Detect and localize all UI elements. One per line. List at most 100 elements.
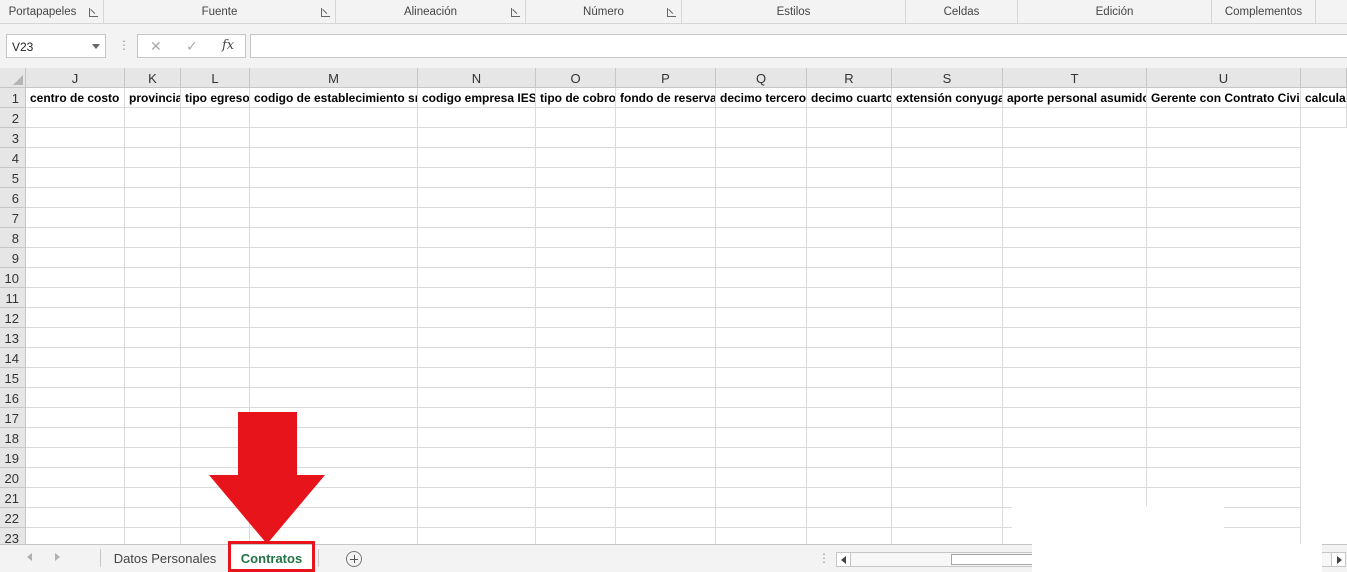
column-header[interactable]: R bbox=[807, 68, 892, 88]
drag-handle-icon[interactable]: ⋮ bbox=[818, 551, 830, 565]
grid-cell[interactable] bbox=[892, 428, 1003, 448]
dialog-launcher-icon[interactable] bbox=[511, 8, 520, 17]
grid-cell[interactable] bbox=[716, 528, 807, 544]
grid-cell[interactable] bbox=[536, 488, 616, 508]
row-header[interactable]: 3 bbox=[0, 128, 26, 148]
grid-cell[interactable] bbox=[716, 128, 807, 148]
grid-cell[interactable] bbox=[616, 148, 716, 168]
grid-cell[interactable] bbox=[616, 528, 716, 544]
prev-sheet-icon[interactable] bbox=[27, 553, 32, 561]
grid-cell[interactable] bbox=[716, 448, 807, 468]
grid-cell[interactable] bbox=[181, 188, 250, 208]
scroll-right-button[interactable] bbox=[1331, 553, 1345, 566]
grid-cell[interactable] bbox=[26, 308, 125, 328]
grid-cell[interactable] bbox=[1003, 168, 1147, 188]
grid-cell[interactable] bbox=[181, 228, 250, 248]
grid-cell[interactable] bbox=[26, 248, 125, 268]
row-header[interactable]: 2 bbox=[0, 108, 26, 128]
grid-cell[interactable] bbox=[616, 388, 716, 408]
header-cell[interactable]: codigo empresa IESS bbox=[418, 88, 536, 108]
grid-cell[interactable] bbox=[1003, 448, 1147, 468]
grid-cell[interactable] bbox=[716, 388, 807, 408]
grid-cell[interactable] bbox=[250, 328, 418, 348]
grid-cell[interactable] bbox=[716, 408, 807, 428]
column-header[interactable]: U bbox=[1147, 68, 1301, 88]
grid-cell[interactable] bbox=[536, 268, 616, 288]
scroll-left-button[interactable] bbox=[837, 553, 851, 566]
grid-cell[interactable] bbox=[418, 368, 536, 388]
header-cell[interactable]: centro de costo bbox=[26, 88, 125, 108]
grid-cell[interactable] bbox=[716, 508, 807, 528]
grid-cell[interactable] bbox=[125, 368, 181, 388]
grid-cell[interactable] bbox=[616, 408, 716, 428]
row-header[interactable]: 18 bbox=[0, 428, 26, 448]
grid-cell[interactable] bbox=[125, 488, 181, 508]
grid-cell[interactable] bbox=[125, 268, 181, 288]
grid-cell[interactable] bbox=[125, 288, 181, 308]
grid-cell[interactable] bbox=[1147, 328, 1301, 348]
grid-cell[interactable] bbox=[418, 228, 536, 248]
grid-cell[interactable] bbox=[892, 108, 1003, 128]
grid-cell[interactable] bbox=[250, 368, 418, 388]
header-cell[interactable]: tipo egreso bbox=[181, 88, 250, 108]
grid-cell[interactable] bbox=[892, 328, 1003, 348]
grid-cell[interactable] bbox=[892, 248, 1003, 268]
grid-cell[interactable] bbox=[616, 308, 716, 328]
grid-cell[interactable] bbox=[807, 448, 892, 468]
grid-cell[interactable] bbox=[716, 208, 807, 228]
column-header[interactable]: T bbox=[1003, 68, 1147, 88]
grid-cell[interactable] bbox=[181, 308, 250, 328]
grid-cell[interactable] bbox=[536, 288, 616, 308]
grid-cell[interactable] bbox=[125, 348, 181, 368]
grid-cell[interactable] bbox=[1147, 428, 1301, 448]
grid-cell[interactable] bbox=[125, 128, 181, 148]
grid-cell[interactable] bbox=[616, 248, 716, 268]
grid-cell[interactable] bbox=[418, 268, 536, 288]
grid-cell[interactable] bbox=[1003, 188, 1147, 208]
grid-cell[interactable] bbox=[616, 328, 716, 348]
grid-cell[interactable] bbox=[250, 348, 418, 368]
column-header[interactable]: O bbox=[536, 68, 616, 88]
grid-cell[interactable] bbox=[181, 248, 250, 268]
grid-cell[interactable] bbox=[418, 188, 536, 208]
grid-cell[interactable] bbox=[807, 168, 892, 188]
scroll-thumb[interactable] bbox=[951, 554, 1033, 565]
grid-cell[interactable] bbox=[418, 328, 536, 348]
grid-cell[interactable] bbox=[250, 128, 418, 148]
grid-cell[interactable] bbox=[181, 108, 250, 128]
grid-cell[interactable] bbox=[26, 448, 125, 468]
grid-cell[interactable] bbox=[616, 348, 716, 368]
grid-cell[interactable] bbox=[716, 148, 807, 168]
grid-cell[interactable] bbox=[418, 468, 536, 488]
grid-cell[interactable] bbox=[892, 308, 1003, 328]
grid-cell[interactable] bbox=[1003, 348, 1147, 368]
column-header[interactable]: S bbox=[892, 68, 1003, 88]
row-header[interactable]: 5 bbox=[0, 168, 26, 188]
grid-cell[interactable] bbox=[1003, 368, 1147, 388]
grid-cell[interactable] bbox=[1003, 328, 1147, 348]
grid-cell[interactable] bbox=[1003, 228, 1147, 248]
grid-cell[interactable] bbox=[1003, 128, 1147, 148]
grid-cell[interactable] bbox=[536, 368, 616, 388]
grid-cell[interactable] bbox=[807, 428, 892, 448]
grid-cell[interactable] bbox=[125, 168, 181, 188]
grid-cell[interactable] bbox=[892, 348, 1003, 368]
grid-cell[interactable] bbox=[250, 188, 418, 208]
grid-cell[interactable] bbox=[716, 348, 807, 368]
row-header[interactable]: 19 bbox=[0, 448, 26, 468]
grid-cell[interactable] bbox=[26, 348, 125, 368]
grid-cell[interactable] bbox=[1147, 248, 1301, 268]
grid-cell[interactable] bbox=[892, 448, 1003, 468]
grid-cell[interactable] bbox=[26, 368, 125, 388]
grid-cell[interactable] bbox=[716, 428, 807, 448]
grid-cell[interactable] bbox=[616, 448, 716, 468]
row-header[interactable]: 4 bbox=[0, 148, 26, 168]
grid-cell[interactable] bbox=[1003, 288, 1147, 308]
grid-cell[interactable] bbox=[716, 168, 807, 188]
grid-cell[interactable] bbox=[616, 428, 716, 448]
column-header[interactable]: J bbox=[26, 68, 125, 88]
grid-cell[interactable] bbox=[250, 248, 418, 268]
grid-cell[interactable] bbox=[1003, 428, 1147, 448]
grid-cell[interactable] bbox=[892, 388, 1003, 408]
insert-function-icon[interactable]: fx bbox=[222, 38, 234, 53]
